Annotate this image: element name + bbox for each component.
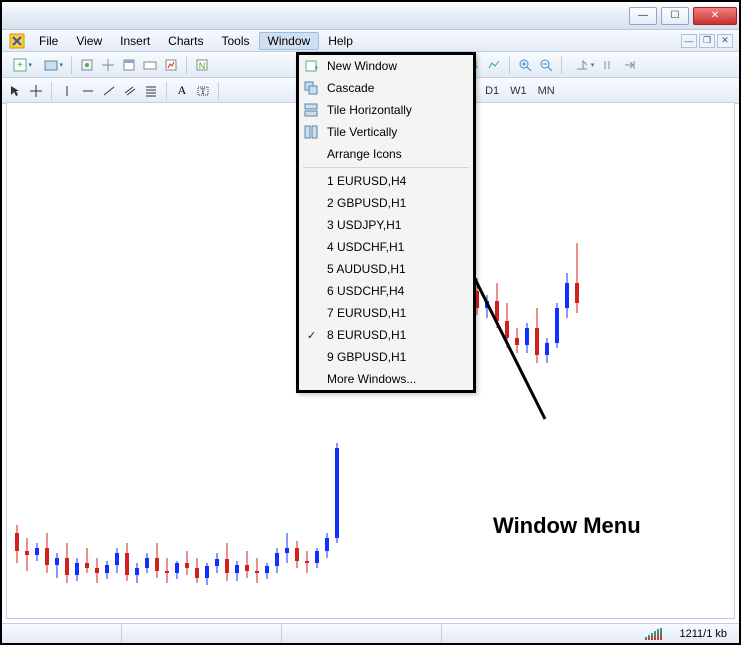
menu-label: 1 EURUSD,H4 xyxy=(327,174,406,188)
menu-window-5[interactable]: 5 AUDUSD,H1 xyxy=(299,258,473,280)
cascade-icon xyxy=(303,80,319,96)
auto-scroll-icon[interactable] xyxy=(568,56,596,74)
close-button[interactable]: ✕ xyxy=(693,7,737,25)
timeframe-d1[interactable]: D1 xyxy=(481,85,503,97)
menu-window-7[interactable]: 7 EURUSD,H1 xyxy=(299,302,473,324)
menu-window-9[interactable]: 9 GBPUSD,H1 xyxy=(299,346,473,368)
menu-window-8[interactable]: ✓ 8 EURUSD,H1 xyxy=(299,324,473,346)
menu-window-1[interactable]: 1 EURUSD,H4 xyxy=(299,170,473,192)
new-chart-icon[interactable]: + xyxy=(6,56,34,74)
equidistant-channel-icon[interactable] xyxy=(121,82,139,100)
menu-file[interactable]: File xyxy=(30,32,67,50)
menu-view[interactable]: View xyxy=(67,32,111,50)
toolbar-separator xyxy=(71,56,72,74)
text-icon[interactable]: A xyxy=(173,82,191,100)
menu-arrange-icons[interactable]: Arrange Icons xyxy=(299,143,473,165)
data-window-icon[interactable] xyxy=(120,56,138,74)
menu-insert[interactable]: Insert xyxy=(111,32,159,50)
menu-label: 5 AUDUSD,H1 xyxy=(327,262,406,276)
menu-window-2[interactable]: 2 GBPUSD,H1 xyxy=(299,192,473,214)
check-icon: ✓ xyxy=(307,329,316,342)
status-cell xyxy=(282,624,442,643)
menu-tile-horizontally[interactable]: Tile Horizontally xyxy=(299,99,473,121)
menu-cascade[interactable]: Cascade xyxy=(299,77,473,99)
annotation-label: Window Menu xyxy=(493,513,641,539)
menu-separator xyxy=(303,167,469,168)
menu-more-windows[interactable]: More Windows... xyxy=(299,368,473,390)
toolbar-separator xyxy=(218,82,219,100)
menu-label: Tile Horizontally xyxy=(327,103,412,117)
menu-charts[interactable]: Charts xyxy=(159,32,212,50)
toolbar-separator xyxy=(51,82,52,100)
trendline-icon[interactable] xyxy=(100,82,118,100)
menu-window-6[interactable]: 6 USDCHF,H4 xyxy=(299,280,473,302)
line-chart-icon[interactable] xyxy=(485,56,503,74)
svg-text:N: N xyxy=(199,61,206,71)
cursor-icon[interactable] xyxy=(6,82,24,100)
app-icon xyxy=(8,32,26,50)
menu-label: 9 GBPUSD,H1 xyxy=(327,350,406,364)
toolbar-separator xyxy=(561,56,562,74)
toolbar-separator xyxy=(186,56,187,74)
horizontal-line-icon[interactable] xyxy=(79,82,97,100)
menu-label: Tile Vertically xyxy=(327,125,397,139)
status-cell xyxy=(122,624,282,643)
menu-help[interactable]: Help xyxy=(319,32,362,50)
chart-shift-icon[interactable] xyxy=(599,56,617,74)
menu-bar: File View Insert Charts Tools Window Hel… xyxy=(2,30,739,52)
market-watch-icon[interactable] xyxy=(78,56,96,74)
menu-tools[interactable]: Tools xyxy=(213,32,259,50)
strategy-tester-icon[interactable] xyxy=(162,56,180,74)
menu-label: More Windows... xyxy=(327,372,416,386)
terminal-icon[interactable] xyxy=(141,56,159,74)
menu-tile-vertically[interactable]: Tile Vertically xyxy=(299,121,473,143)
new-window-icon: + xyxy=(303,58,319,74)
svg-text:+: + xyxy=(17,60,23,71)
toolbar-separator xyxy=(166,82,167,100)
tile-vert-icon xyxy=(303,124,319,140)
menu-label: 2 GBPUSD,H1 xyxy=(327,196,406,210)
menu-window[interactable]: Window xyxy=(259,32,320,50)
status-cell xyxy=(2,624,122,643)
mdi-minimize-button[interactable]: — xyxy=(681,34,697,48)
minimize-button[interactable]: — xyxy=(629,7,657,25)
zoom-out-icon[interactable] xyxy=(537,56,555,74)
menu-label: 8 EURUSD,H1 xyxy=(327,328,406,342)
svg-text:T: T xyxy=(201,87,206,96)
menu-label: 3 USDJPY,H1 xyxy=(327,218,401,232)
traffic-label: 1211/1 kb xyxy=(679,628,739,640)
menu-window-4[interactable]: 4 USDCHF,H1 xyxy=(299,236,473,258)
menu-new-window[interactable]: + New Window xyxy=(299,55,473,77)
text-label-icon[interactable]: T xyxy=(194,82,212,100)
maximize-button[interactable]: ☐ xyxy=(661,7,689,25)
menu-label: 4 USDCHF,H1 xyxy=(327,240,404,254)
menu-window-3[interactable]: 3 USDJPY,H1 xyxy=(299,214,473,236)
menu-label: Arrange Icons xyxy=(327,147,402,161)
navigator-icon[interactable] xyxy=(99,56,117,74)
fibonacci-icon[interactable] xyxy=(142,82,160,100)
svg-text:+: + xyxy=(314,63,318,73)
menu-label: New Window xyxy=(327,59,397,73)
crosshair-icon[interactable] xyxy=(27,82,45,100)
window-menu-dropdown: + New Window Cascade Tile Horizontally Ti… xyxy=(296,52,476,393)
shift-end-icon[interactable] xyxy=(620,56,638,74)
profiles-icon[interactable] xyxy=(37,56,65,74)
menu-label: Cascade xyxy=(327,81,374,95)
connection-spark-icon xyxy=(645,628,675,640)
toolbar-separator xyxy=(509,56,510,74)
mdi-restore-button[interactable]: ❐ xyxy=(699,34,715,48)
new-order-icon[interactable]: N xyxy=(193,56,211,74)
timeframe-mn[interactable]: MN xyxy=(534,85,559,97)
menu-label: 6 USDCHF,H4 xyxy=(327,284,404,298)
zoom-in-icon[interactable] xyxy=(516,56,534,74)
window-titlebar: — ☐ ✕ xyxy=(2,2,739,30)
timeframe-w1[interactable]: W1 xyxy=(506,85,531,97)
mdi-close-button[interactable]: ✕ xyxy=(717,34,733,48)
vertical-line-icon[interactable] xyxy=(58,82,76,100)
status-bar: 1211/1 kb xyxy=(2,623,739,643)
menu-label: 7 EURUSD,H1 xyxy=(327,306,406,320)
tile-horiz-icon xyxy=(303,102,319,118)
